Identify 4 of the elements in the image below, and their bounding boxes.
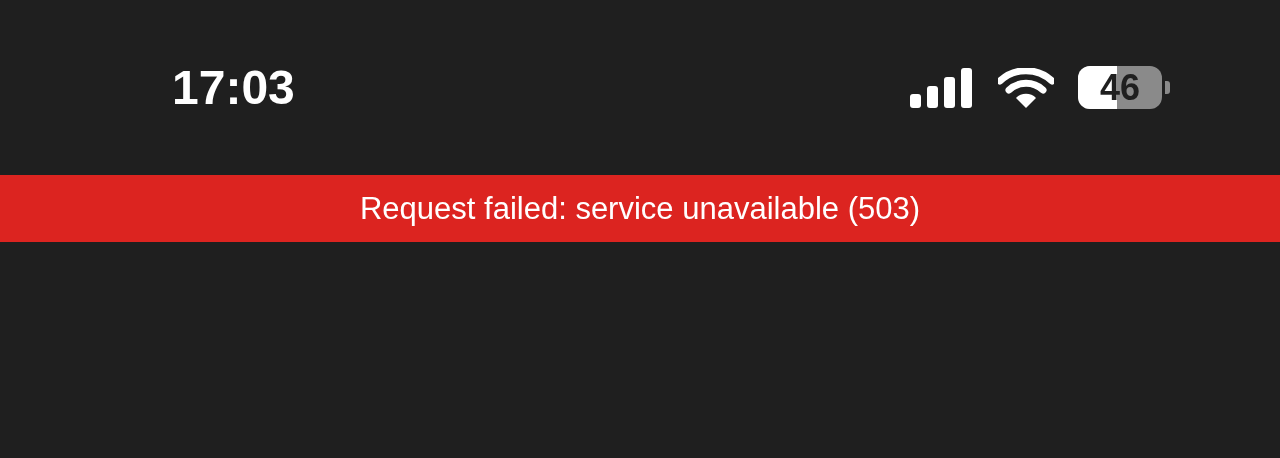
- signal-icon: [910, 67, 974, 108]
- status-time: 17:03: [172, 60, 295, 115]
- error-message: Request failed: service unavailable (503): [359, 190, 920, 227]
- wifi-icon: [998, 67, 1054, 108]
